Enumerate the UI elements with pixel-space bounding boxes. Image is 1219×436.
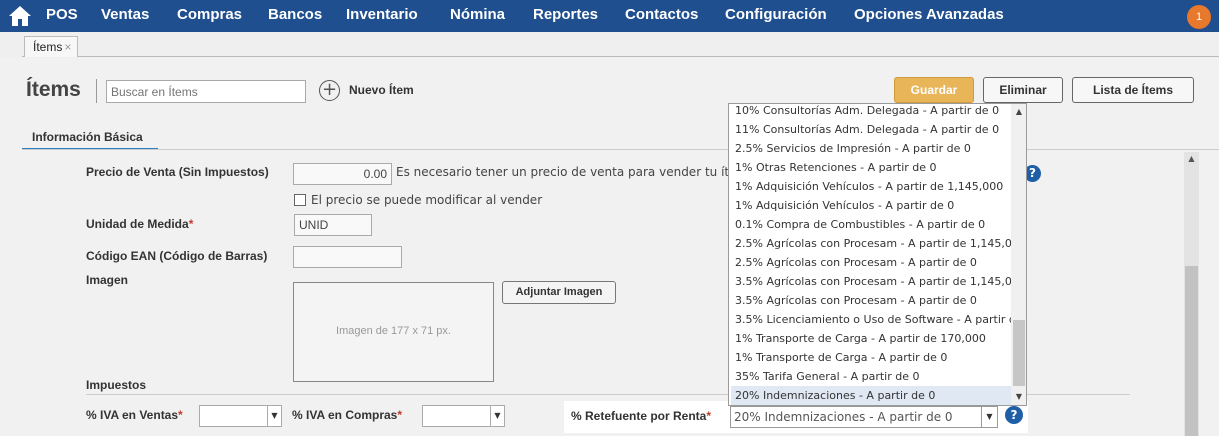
retefuente-dropdown-list: 10% Consultorías Adm. Delegada - A parti… [728, 103, 1027, 406]
iva-purchases-select[interactable]: ▼ [422, 405, 505, 427]
nav-compras[interactable]: Compras [177, 6, 242, 23]
dropdown-option[interactable]: 3.5% Agrícolas con Procesam - A partir d… [731, 272, 1011, 291]
required-mark: * [397, 408, 403, 422]
iva-sales-select[interactable]: ▼ [199, 405, 282, 427]
dropdown-option[interactable]: 10% Consultorías Adm. Delegada - A parti… [731, 104, 1011, 120]
image-preview: Imagen de 177 x 71 px. [293, 282, 494, 382]
scrollbar-thumb[interactable] [1013, 320, 1025, 386]
close-icon[interactable]: × [64, 40, 71, 54]
home-icon[interactable] [8, 5, 32, 27]
scroll-up-icon[interactable]: ▲ [1184, 152, 1199, 166]
nav-configuracion[interactable]: Configuración [725, 6, 827, 23]
page-tab-strip: Ítems × [0, 32, 1219, 58]
tab-items[interactable]: Ítems × [24, 36, 79, 57]
dropdown-option[interactable]: 35% Tarifa General - A partir de 0 [731, 367, 1011, 386]
dropdown-option[interactable]: 3.5% Agrícolas con Procesam - A partir d… [731, 291, 1011, 310]
top-navbar: POS Ventas Compras Bancos Inventario Nóm… [0, 0, 1219, 32]
scroll-down-icon[interactable]: ▼ [1011, 389, 1026, 405]
dropdown-option[interactable]: 0.1% Compra de Combustibles - A partir d… [731, 215, 1011, 234]
dropdown-scrollbar[interactable]: ▲ ▼ [1011, 104, 1026, 405]
dropdown-option[interactable]: 2.5% Agrícolas con Procesam - A partir d… [731, 253, 1011, 272]
new-item-button[interactable]: + Nuevo Ítem [319, 79, 419, 103]
page-scrollbar[interactable]: ▲ [1184, 152, 1199, 436]
iva-sales-label-text: % IVA en Ventas [86, 408, 179, 422]
ean-input[interactable] [293, 246, 402, 268]
save-button[interactable]: Guardar [894, 77, 974, 103]
new-item-label: Nuevo Ítem [349, 83, 414, 97]
iva-purchases-label-text: % IVA en Compras [292, 408, 398, 422]
nav-ventas[interactable]: Ventas [101, 6, 149, 23]
price-modifiable-label: El precio se puede modificar al vender [311, 193, 543, 207]
dropdown-option[interactable]: 1% Transporte de Carga - A partir de 0 [731, 348, 1011, 367]
dropdown-option[interactable]: 3.5% Licenciamiento o Uso de Software - … [731, 310, 1011, 329]
price-input[interactable]: 0.00 [293, 163, 392, 185]
price-label: Precio de Venta (Sin Impuestos) [86, 165, 269, 179]
dropdown-option[interactable]: 1% Otras Retenciones - A partir de 0 [731, 158, 1011, 177]
taxes-heading: Impuestos [86, 378, 147, 392]
price-modifiable-checkbox[interactable] [294, 194, 306, 206]
nav-reportes[interactable]: Reportes [533, 6, 598, 23]
nav-nomina[interactable]: Nómina [450, 6, 505, 23]
tab-items-label: Ítems [33, 40, 63, 54]
dropdown-option[interactable]: 1% Transporte de Carga - A partir de 170… [731, 329, 1011, 348]
tab-strip-divider [22, 56, 1219, 57]
dropdown-option[interactable]: 1% Adquisición Vehículos - A partir de 1… [731, 177, 1011, 196]
unit-input[interactable]: UNID [294, 214, 372, 236]
attach-image-button[interactable]: Adjuntar Imagen [502, 281, 616, 304]
tab-basic-info[interactable]: Información Básica [22, 128, 158, 150]
iva-sales-label: % IVA en Ventas* [86, 408, 183, 422]
nav-pos[interactable]: POS [46, 6, 78, 23]
required-mark: * [178, 408, 183, 422]
page-title: Ítems [26, 78, 81, 101]
required-mark: * [188, 217, 194, 231]
image-label: Imagen [86, 273, 129, 287]
chevron-down-icon: ▼ [267, 406, 281, 426]
unit-label: Unidad de Medida* [86, 217, 193, 231]
chevron-down-icon: ▼ [981, 407, 997, 427]
dropdown-option[interactable]: 1% Adquisición Vehículos - A partir de 0 [731, 196, 1011, 215]
scrollbar-thumb[interactable] [1185, 266, 1198, 436]
dropdown-option[interactable]: 2.5% Servicios de Impresión - A partir d… [731, 139, 1011, 158]
help-icon[interactable]: ? [1005, 406, 1023, 424]
notification-badge[interactable]: 1 [1187, 5, 1211, 29]
price-hint: Es necesario tener un precio de venta pa… [396, 165, 749, 179]
main-panel: Ítems + Nuevo Ítem Guardar Eliminar List… [0, 58, 1219, 436]
chevron-down-icon: ▼ [490, 406, 504, 426]
items-list-button[interactable]: Lista de Ítems [1072, 77, 1194, 103]
plus-circle-icon: + [319, 80, 340, 101]
nav-contactos[interactable]: Contactos [625, 6, 698, 23]
dropdown-option[interactable]: 20% Indemnizaciones - A partir de 0 [731, 386, 1011, 405]
scroll-up-icon[interactable]: ▲ [1011, 104, 1026, 120]
retefuente-label: % Retefuente por Renta* [571, 409, 711, 423]
ean-label: Código EAN (Código de Barras) [86, 249, 268, 263]
search-input[interactable] [106, 80, 306, 103]
retefuente-select[interactable]: 20% Indemnizaciones - A partir de 0 ▼ [730, 406, 998, 428]
iva-purchases-label: % IVA en Compras* [292, 408, 402, 422]
section-divider [22, 149, 1219, 150]
title-divider [96, 79, 97, 103]
nav-opciones-avanzadas[interactable]: Opciones Avanzadas [854, 6, 1004, 23]
dropdown-option[interactable]: 2.5% Agrícolas con Procesam - A partir d… [731, 234, 1011, 253]
nav-bancos[interactable]: Bancos [268, 6, 322, 23]
retefuente-value: 20% Indemnizaciones - A partir de 0 [734, 410, 953, 424]
unit-label-text: Unidad de Medida [86, 217, 189, 231]
nav-inventario[interactable]: Inventario [346, 6, 418, 23]
required-mark: * [706, 409, 712, 423]
delete-button[interactable]: Eliminar [983, 77, 1063, 103]
retefuente-label-text: % Retefuente por Renta [571, 409, 707, 423]
dropdown-option[interactable]: 11% Consultorías Adm. Delegada - A parti… [731, 120, 1011, 139]
